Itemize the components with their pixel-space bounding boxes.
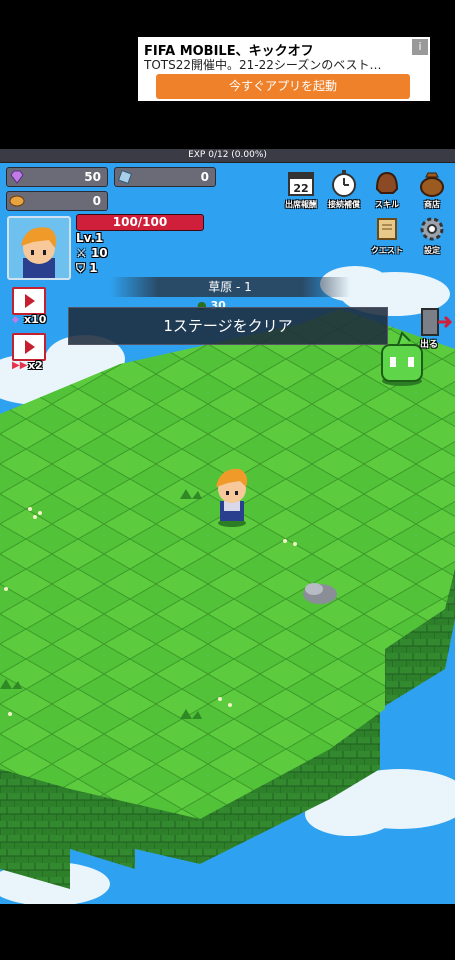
calendar-icon: 22 — [288, 172, 314, 196]
defense-stat: ⛉ 1 — [76, 261, 98, 276]
scroll-icon — [377, 218, 397, 240]
crystal-icon — [117, 169, 133, 185]
gem-icon: ◆ — [12, 315, 19, 325]
gems-counter: 50 — [6, 167, 108, 187]
connection-button[interactable]: 接続補償 — [324, 169, 364, 215]
video-speed-mult: x2 — [28, 359, 43, 372]
info-icon[interactable]: i — [412, 39, 428, 55]
skill-button[interactable]: スキル — [367, 169, 407, 215]
ad-cta-button[interactable]: 今すぐアプリを起動 — [156, 74, 410, 99]
crystals-value: 0 — [200, 170, 209, 184]
gem-icon — [10, 170, 24, 184]
shop-label: 商店 — [424, 200, 440, 209]
game-viewport[interactable]: EXP 0/12 (0.00%) 50 0 0 100/100 Lv.1 ⚔ 1… — [0, 149, 455, 904]
stage-clear-toast: 1ステージをクリア — [68, 307, 388, 345]
stage-name: 草原 - 1 — [208, 280, 252, 294]
ad-banner[interactable]: FIFA MOBILE、キックオフ TOTS22開催中。21-22シーズンのベス… — [138, 37, 430, 101]
exp-bar: EXP 0/12 (0.00%) — [0, 149, 455, 163]
gems-value: 50 — [84, 170, 101, 184]
shop-button[interactable]: 商店 — [412, 169, 452, 215]
exp-label: EXP 0/12 (0.00%) — [188, 150, 267, 160]
settings-button[interactable]: 設定 — [412, 215, 452, 261]
settings-label: 設定 — [424, 246, 440, 255]
attack-value: 10 — [90, 246, 108, 260]
attack-stat: ⚔ 10 — [76, 246, 108, 260]
video-speed-button[interactable]: ▶▶ x2 — [10, 333, 48, 377]
gear-icon — [420, 217, 444, 241]
stage-clear-message: 1ステージをクリア — [163, 317, 293, 335]
helmet-icon — [375, 171, 399, 194]
play-video-icon — [12, 287, 46, 315]
crystals-counter: 0 — [114, 167, 216, 187]
exit-label: 出る — [420, 340, 439, 350]
hp-bar: 100/100 — [76, 214, 204, 231]
money-bag-icon — [420, 172, 444, 197]
quest-button[interactable]: クエスト — [367, 215, 407, 261]
stopwatch-icon — [332, 170, 356, 197]
hero-face-icon — [21, 227, 57, 278]
calendar-day: 22 — [293, 182, 308, 195]
hero-portrait[interactable] — [7, 216, 71, 280]
stage-banner: 草原 - 1 — [110, 277, 350, 297]
coins-counter: 0 — [6, 191, 108, 211]
video-gems-button[interactable]: ◆ x10 — [10, 287, 48, 331]
coins-value: 0 — [92, 194, 101, 208]
coin-icon — [9, 195, 25, 207]
ad-text: TOTS22開催中。21-22シーズンのベスト… — [144, 58, 382, 72]
sword-icon: ⚔ — [76, 246, 87, 260]
player-level: Lv.1 — [76, 231, 104, 245]
defense-value: 1 — [89, 261, 98, 275]
attendance-button[interactable]: 22 出席報酬 — [281, 169, 321, 215]
video-gems-mult: x10 — [24, 313, 47, 326]
exit-button[interactable]: 出る — [418, 307, 453, 351]
play-video-icon — [12, 333, 46, 361]
exit-door-icon — [421, 308, 453, 336]
hp-value: 100/100 — [112, 215, 168, 229]
shield-icon: ⛉ — [76, 261, 86, 275]
fast-forward-icon: ▶▶ — [12, 360, 28, 371]
